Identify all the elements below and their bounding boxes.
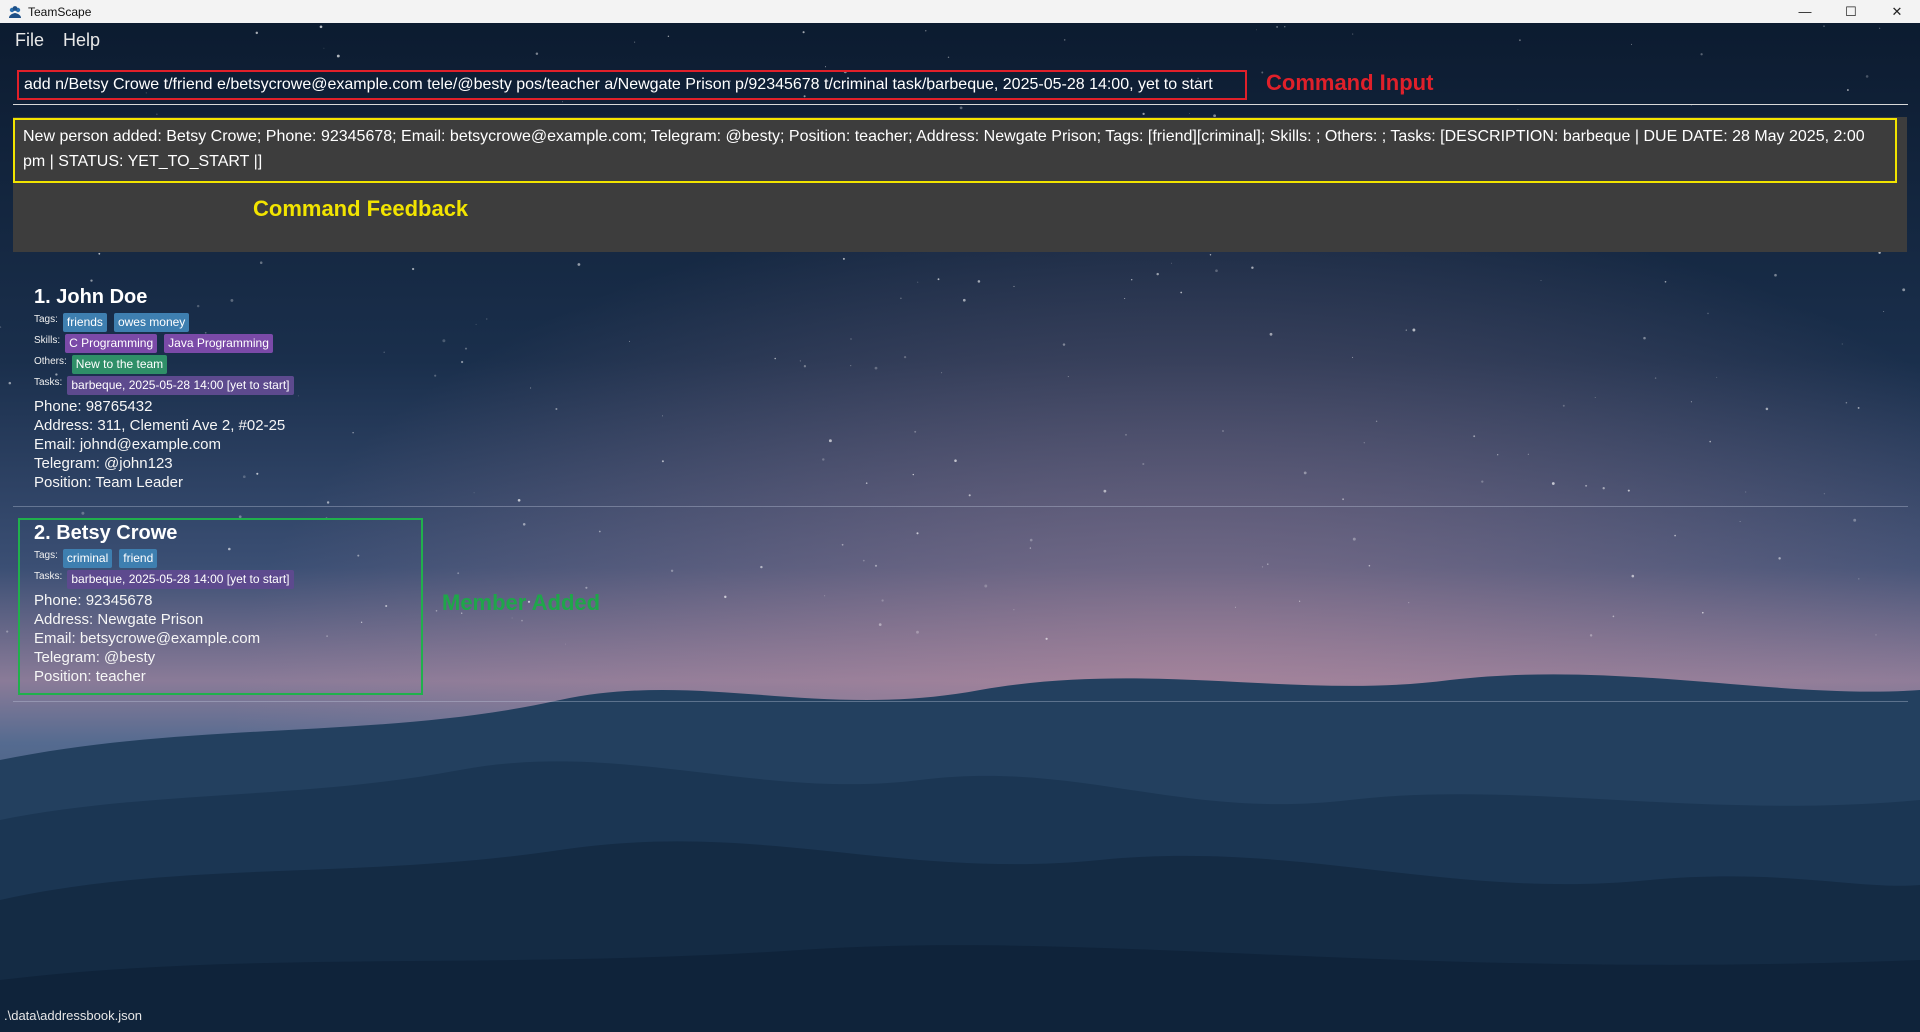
star bbox=[842, 257, 845, 260]
window-title: TeamScape bbox=[28, 4, 92, 19]
tags-row: Tags: criminal friend bbox=[34, 549, 301, 569]
person-address: Address: 311, Clementi Ave 2, #02-25 bbox=[34, 417, 286, 434]
star bbox=[577, 263, 581, 266]
window-controls: — ☐ ✕ bbox=[1782, 0, 1920, 23]
star bbox=[98, 252, 101, 255]
tag-chip: friend bbox=[119, 549, 158, 568]
task-chip: barbeque, 2025-05-28 14:00 [yet to start… bbox=[67, 570, 294, 589]
star bbox=[156, 113, 158, 115]
annotation-member-added: Member Added bbox=[442, 590, 601, 615]
command-box-area: add n/Betsy Crowe t/friend e/betsycrowe@… bbox=[13, 64, 1908, 105]
others-label: Others: bbox=[34, 356, 67, 367]
menu-file[interactable]: File bbox=[15, 30, 44, 51]
tag-chip: friends bbox=[62, 313, 107, 332]
command-feedback: New person added: Betsy Crowe; Phone: 92… bbox=[13, 118, 1897, 183]
annotation-command-feedback: Command Feedback bbox=[253, 196, 469, 221]
star bbox=[1251, 266, 1254, 269]
skills-row: Skills: C Programming Java Programming bbox=[34, 334, 301, 354]
person-name: 1. John Doe bbox=[34, 286, 148, 308]
maximize-button[interactable]: ☐ bbox=[1828, 0, 1874, 23]
star bbox=[959, 106, 963, 110]
person-phone: Phone: 98765432 bbox=[34, 398, 153, 415]
title-bar: TeamScape — ☐ ✕ bbox=[0, 0, 1920, 23]
command-input[interactable]: add n/Betsy Crowe t/friend e/betsycrowe@… bbox=[17, 70, 1247, 100]
task-chip: barbeque, 2025-05-28 14:00 [yet to start… bbox=[67, 376, 294, 395]
person-address: Address: Newgate Prison bbox=[34, 611, 204, 628]
tags-row: Tags: friends owes money bbox=[34, 313, 301, 333]
star bbox=[1171, 262, 1172, 264]
star bbox=[259, 261, 263, 264]
tags-label: Tags: bbox=[34, 314, 58, 325]
app-icon bbox=[9, 5, 21, 18]
person-email: Email: johnd@example.com bbox=[34, 436, 221, 453]
minimize-button[interactable]: — bbox=[1782, 0, 1828, 23]
tasks-row: Tasks: barbeque, 2025-05-28 14:00 [yet t… bbox=[34, 570, 301, 590]
star bbox=[1215, 269, 1218, 273]
star bbox=[1774, 273, 1777, 277]
star bbox=[1188, 112, 1190, 114]
person-card[interactable]: 1. John Doe Tags: friends owes money Ski… bbox=[13, 280, 1908, 507]
person-telegram: Telegram: @besty bbox=[34, 649, 156, 666]
person-telegram: Telegram: @john123 bbox=[34, 455, 173, 472]
person-card[interactable]: 2. Betsy Crowe Tags: criminal friend Tas… bbox=[13, 512, 1908, 702]
menu-help[interactable]: Help bbox=[63, 30, 100, 51]
tasks-row: Tasks: barbeque, 2025-05-28 14:00 [yet t… bbox=[34, 376, 301, 396]
star bbox=[1142, 112, 1145, 116]
tag-chip: owes money bbox=[113, 313, 190, 332]
star bbox=[8, 381, 12, 385]
star bbox=[1209, 254, 1212, 256]
star bbox=[6, 630, 9, 633]
skills-label: Skills: bbox=[34, 335, 61, 346]
others-row: Others: New to the team bbox=[34, 355, 301, 375]
person-phone: Phone: 92345678 bbox=[34, 592, 153, 609]
menu-bar: File Help bbox=[0, 23, 1920, 57]
person-position: Position: Team Leader bbox=[34, 474, 183, 491]
person-name: 2. Betsy Crowe bbox=[34, 522, 178, 544]
tasks-label: Tasks: bbox=[34, 571, 63, 582]
close-button[interactable]: ✕ bbox=[1874, 0, 1920, 23]
person-email: Email: betsycrowe@example.com bbox=[34, 630, 261, 647]
person-position: Position: teacher bbox=[34, 668, 146, 685]
star bbox=[1156, 272, 1159, 276]
tags-label: Tags: bbox=[34, 550, 58, 561]
star bbox=[1517, 109, 1519, 111]
tasks-label: Tasks: bbox=[34, 377, 63, 388]
skill-chip: C Programming bbox=[65, 334, 158, 353]
tag-chip: criminal bbox=[62, 549, 113, 568]
star bbox=[411, 267, 415, 271]
status-bar-file-path: .\data\addressbook.json bbox=[4, 1008, 143, 1023]
skill-chip: Java Programming bbox=[164, 334, 273, 353]
annotation-command-input: Command Input bbox=[1266, 70, 1434, 95]
other-chip: New to the team bbox=[71, 355, 168, 374]
